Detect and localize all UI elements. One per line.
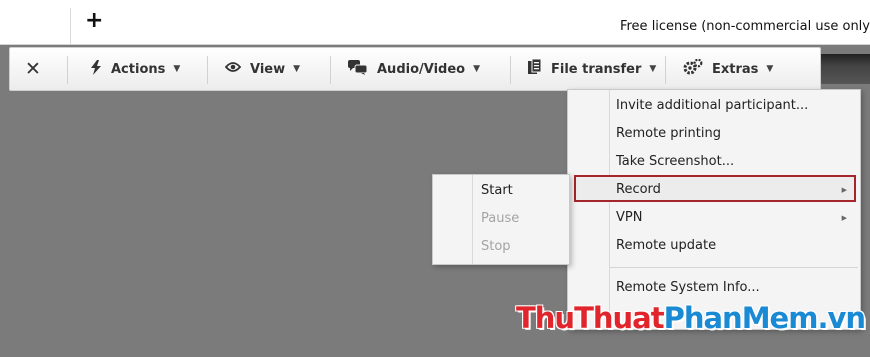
watermark-part-2: PhanMem bbox=[663, 301, 819, 335]
top-bar: + Free license (non-commercial use only bbox=[0, 0, 870, 45]
chevron-down-icon: ▼ bbox=[473, 64, 481, 74]
toolbar-divider bbox=[67, 56, 68, 84]
file-transfer-label: File transfer bbox=[551, 61, 642, 77]
lightning-icon bbox=[90, 59, 102, 79]
chevron-down-icon: ▼ bbox=[293, 64, 301, 74]
toolbar-divider bbox=[330, 56, 331, 84]
actions-menu-button[interactable]: Actions ▼ bbox=[90, 48, 180, 90]
record-submenu: Start Pause Stop bbox=[432, 174, 570, 265]
toolbar-divider bbox=[207, 56, 208, 84]
session-toolbar: ✕ Actions ▼ View ▼ Audio/Video ▼ File tr… bbox=[9, 47, 821, 91]
file-transfer-menu-button[interactable]: File transfer ▼ bbox=[528, 48, 656, 90]
submenu-item-pause: Pause bbox=[481, 211, 520, 226]
submenu-item-stop: Stop bbox=[481, 239, 511, 254]
toolbar-divider bbox=[665, 56, 666, 84]
extras-menu-button[interactable]: Extras ▼ bbox=[683, 48, 773, 90]
view-label: View bbox=[250, 61, 286, 77]
menu-item-vpn[interactable]: VPN bbox=[616, 205, 642, 231]
menu-item-remote-system-info[interactable]: Remote System Info... bbox=[616, 275, 760, 301]
extras-dropdown-menu: Invite additional participant... Remote … bbox=[567, 89, 861, 330]
window-edge-strip bbox=[821, 54, 870, 84]
menu-separator bbox=[610, 267, 858, 268]
gears-icon bbox=[683, 58, 703, 79]
top-bar-divider bbox=[70, 8, 71, 44]
menu-item-remote-update[interactable]: Remote update bbox=[616, 233, 716, 259]
watermark-part-3: .vn bbox=[817, 301, 866, 335]
menu-item-record[interactable]: Record bbox=[616, 177, 661, 203]
chat-icon bbox=[348, 59, 368, 79]
extras-label: Extras bbox=[712, 61, 759, 77]
submenu-item-start[interactable]: Start bbox=[481, 178, 513, 204]
chevron-down-icon: ▼ bbox=[766, 64, 774, 74]
menu-item-invite-participant[interactable]: Invite additional participant... bbox=[616, 93, 808, 119]
watermark-logo: ThuThuatPhanMem.vn bbox=[516, 301, 866, 335]
chevron-down-icon: ▼ bbox=[649, 64, 657, 74]
menu-icon-gutter bbox=[472, 175, 473, 264]
submenu-arrow-icon: ▶ bbox=[841, 214, 847, 222]
eye-icon bbox=[224, 61, 242, 77]
watermark-part-1: ThuThuat bbox=[516, 301, 665, 335]
close-session-button[interactable]: ✕ bbox=[25, 48, 41, 90]
add-tab-button[interactable]: + bbox=[85, 10, 103, 32]
menu-item-remote-printing[interactable]: Remote printing bbox=[616, 121, 721, 147]
toolbar-divider bbox=[510, 56, 511, 84]
audio-video-menu-button[interactable]: Audio/Video ▼ bbox=[348, 48, 480, 90]
license-notice: Free license (non-commercial use only bbox=[619, 19, 870, 34]
actions-label: Actions bbox=[111, 61, 166, 77]
chevron-down-icon: ▼ bbox=[173, 64, 181, 74]
audio-video-label: Audio/Video bbox=[377, 61, 466, 77]
menu-item-take-screenshot[interactable]: Take Screenshot... bbox=[616, 149, 734, 175]
view-menu-button[interactable]: View ▼ bbox=[224, 48, 301, 90]
close-icon: ✕ bbox=[25, 58, 41, 80]
file-icon bbox=[528, 58, 542, 79]
submenu-arrow-icon: ▶ bbox=[841, 186, 847, 194]
menu-icon-gutter bbox=[609, 90, 610, 329]
